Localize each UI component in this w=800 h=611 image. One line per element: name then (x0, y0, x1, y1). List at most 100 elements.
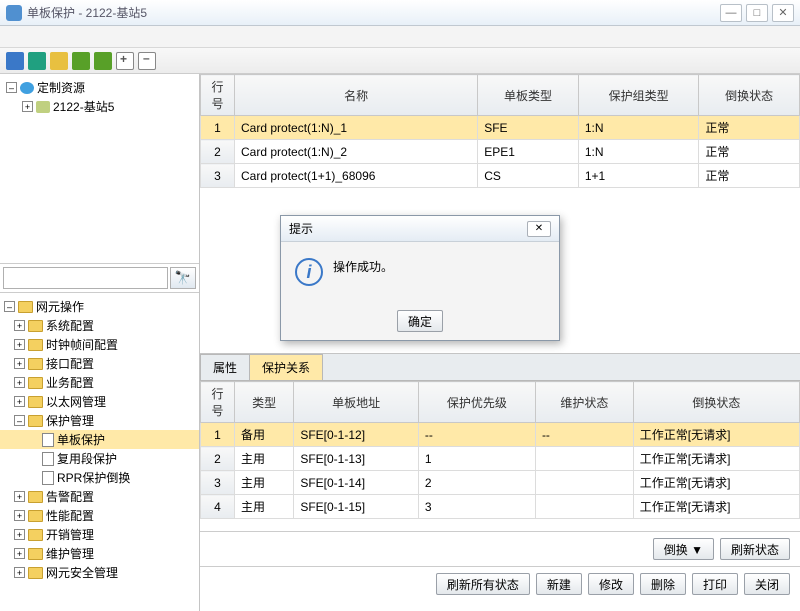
cell-type: SFE (478, 116, 579, 140)
nav-sub-item[interactable]: 复用段保护 (0, 449, 199, 468)
toolbar-icon-2[interactable] (28, 52, 46, 70)
toolbar-icon-1[interactable] (6, 52, 24, 70)
table-row[interactable]: 2 Card protect(1:N)_2 EPE1 1:N 正常 (201, 140, 800, 164)
expander-icon[interactable]: + (14, 377, 25, 388)
dialog-ok-button[interactable]: 确定 (397, 310, 443, 332)
maximize-button[interactable]: □ (746, 4, 768, 22)
nav-item-label: 接口配置 (46, 355, 94, 372)
cell-priority: 1 (418, 447, 535, 471)
expander-icon[interactable]: – (6, 82, 17, 93)
table-row[interactable]: 4 主用 SFE[0-1-15] 3 工作正常[无请求] (201, 495, 800, 519)
cell-group: 1:N (578, 140, 698, 164)
cell-name: Card protect(1:N)_2 (235, 140, 478, 164)
nav-item[interactable]: + 以太网管理 (0, 392, 199, 411)
expander-icon[interactable]: + (14, 358, 25, 369)
table-row[interactable]: 3 Card protect(1+1)_68096 CS 1+1 正常 (201, 164, 800, 188)
nav-item[interactable]: + 开销管理 (0, 525, 199, 544)
refresh-all-button[interactable]: 刷新所有状态 (436, 573, 530, 595)
tree-child[interactable]: + 2122-基站5 (4, 97, 195, 116)
tab-protection-relation[interactable]: 保护关系 (249, 354, 323, 380)
toolbar-remove-icon[interactable] (138, 52, 156, 70)
cell-group: 1+1 (578, 164, 698, 188)
nav-sub-item[interactable]: 单板保护 (0, 430, 199, 449)
expander-icon[interactable]: + (22, 101, 33, 112)
search-input[interactable] (3, 267, 168, 289)
tree-root[interactable]: – 定制资源 (4, 78, 195, 97)
cell-maint: -- (535, 423, 633, 447)
column-header[interactable]: 行号 (201, 382, 235, 423)
new-button[interactable]: 新建 (536, 573, 582, 595)
expander-icon[interactable]: + (14, 529, 25, 540)
toolbar-icon-5[interactable] (94, 52, 112, 70)
nav-item-label: 网元安全管理 (46, 564, 118, 581)
expander-icon[interactable]: + (14, 396, 25, 407)
table-row[interactable]: 2 主用 SFE[0-1-13] 1 工作正常[无请求] (201, 447, 800, 471)
search-button[interactable]: 🔭 (170, 267, 196, 289)
table-row[interactable]: 1 Card protect(1:N)_1 SFE 1:N 正常 (201, 116, 800, 140)
column-header[interactable]: 单板类型 (478, 75, 579, 116)
row-number: 2 (201, 140, 235, 164)
expander-icon[interactable]: – (4, 301, 15, 312)
nav-list: – 网元操作 + 系统配置 + 时钟帧间配置 + 接口配置 + 业务配置 + 以… (0, 293, 199, 611)
file-icon (42, 471, 54, 485)
expander-icon[interactable]: + (14, 339, 25, 350)
nav-protection[interactable]: – 保护管理 (0, 411, 199, 430)
modify-button[interactable]: 修改 (588, 573, 634, 595)
refresh-state-button[interactable]: 刷新状态 (720, 538, 790, 560)
toolbar-add-icon[interactable] (116, 52, 134, 70)
table-row[interactable]: 1 备用 SFE[0-1-12] -- -- 工作正常[无请求] (201, 423, 800, 447)
expander-icon[interactable]: + (14, 510, 25, 521)
cell-maint (535, 471, 633, 495)
close-button[interactable]: 关闭 (744, 573, 790, 595)
nav-item[interactable]: + 系统配置 (0, 316, 199, 335)
column-header[interactable]: 维护状态 (535, 382, 633, 423)
nav-item[interactable]: + 性能配置 (0, 506, 199, 525)
file-icon (42, 433, 54, 447)
print-button[interactable]: 打印 (692, 573, 738, 595)
left-panel: – 定制资源 + 2122-基站5 🔭 – 网元操作 + 系统配置 (0, 74, 200, 611)
nav-item[interactable]: + 网元安全管理 (0, 563, 199, 582)
minimize-button[interactable]: — (720, 4, 742, 22)
toolbar-icon-4[interactable] (72, 52, 90, 70)
column-header[interactable]: 倒换状态 (633, 382, 799, 423)
column-header[interactable]: 单板地址 (294, 382, 419, 423)
column-header[interactable]: 倒换状态 (699, 75, 800, 116)
dialog-close-button[interactable]: ✕ (527, 221, 551, 237)
column-header[interactable]: 类型 (235, 382, 294, 423)
tab-attributes[interactable]: 属性 (200, 354, 250, 380)
globe-icon (20, 82, 34, 94)
cell-type: 主用 (235, 471, 294, 495)
nav-item[interactable]: + 时钟帧间配置 (0, 335, 199, 354)
leaf-icon (28, 472, 39, 483)
app-icon (6, 5, 22, 21)
column-header[interactable]: 保护优先级 (418, 382, 535, 423)
expander-icon[interactable]: + (14, 567, 25, 578)
file-icon (42, 452, 54, 466)
leaf-icon (28, 434, 39, 445)
nav-sub-item[interactable]: RPR保护倒换 (0, 468, 199, 487)
nav-root[interactable]: – 网元操作 (0, 297, 199, 316)
column-header[interactable]: 行号 (201, 75, 235, 116)
cell-addr: SFE[0-1-15] (294, 495, 419, 519)
expander-icon[interactable]: – (14, 415, 25, 426)
folder-icon (28, 567, 43, 579)
folder-icon (28, 396, 43, 408)
nav-item[interactable]: + 业务配置 (0, 373, 199, 392)
expander-icon[interactable]: + (14, 491, 25, 502)
nav-item[interactable]: + 维护管理 (0, 544, 199, 563)
delete-button[interactable]: 删除 (640, 573, 686, 595)
cell-state: 正常 (699, 164, 800, 188)
expander-icon[interactable]: + (14, 320, 25, 331)
dialog-title: 提示 (289, 220, 313, 237)
toolbar-icon-3[interactable] (50, 52, 68, 70)
swap-button[interactable]: 倒换 ▼ (653, 538, 714, 560)
column-header[interactable]: 保护组类型 (578, 75, 698, 116)
cell-group: 1:N (578, 116, 698, 140)
nav-sub-label: 单板保护 (57, 431, 105, 448)
table-row[interactable]: 3 主用 SFE[0-1-14] 2 工作正常[无请求] (201, 471, 800, 495)
expander-icon[interactable]: + (14, 548, 25, 559)
nav-item[interactable]: + 接口配置 (0, 354, 199, 373)
close-window-button[interactable]: ✕ (772, 4, 794, 22)
nav-item[interactable]: + 告警配置 (0, 487, 199, 506)
column-header[interactable]: 名称 (235, 75, 478, 116)
